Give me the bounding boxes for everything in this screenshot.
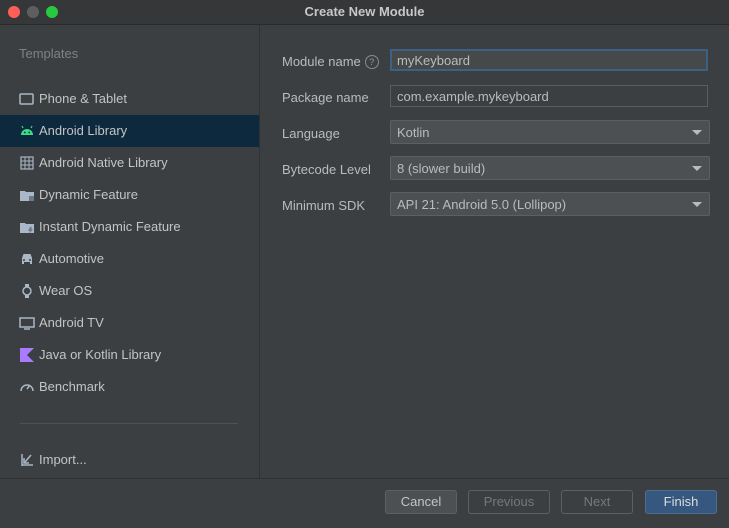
- title-bar: Create New Module: [0, 0, 729, 25]
- sidebar-item-label: Java or Kotlin Library: [39, 347, 162, 362]
- module-form: Module name? Package name Language Kotli…: [260, 25, 729, 478]
- module-name-label: Module name?: [282, 54, 379, 69]
- sidebar-item-android-library[interactable]: Android Library: [0, 115, 259, 147]
- sidebar-item-dynamic-feature[interactable]: Dynamic Feature: [0, 179, 259, 211]
- native-library-icon: [20, 156, 34, 170]
- next-button[interactable]: Next: [561, 490, 633, 514]
- sidebar-item-benchmark[interactable]: Benchmark: [0, 371, 259, 403]
- sidebar-item-android-tv[interactable]: Android TV: [0, 307, 259, 339]
- import-button[interactable]: Import...: [0, 444, 259, 476]
- sidebar-item-android-native-library[interactable]: Android Native Library: [0, 147, 259, 179]
- language-row: Language Kotlin: [260, 120, 729, 146]
- language-value: Kotlin: [397, 125, 430, 140]
- sidebar-item-label: Android Native Library: [39, 155, 168, 170]
- min-sdk-row: Minimum SDK API 21: Android 5.0 (Lollipo…: [260, 192, 729, 218]
- sidebar-item-java-kotlin-library[interactable]: Java or Kotlin Library: [0, 339, 259, 371]
- sidebar-item-label: Benchmark: [39, 379, 105, 394]
- sidebar-item-label: Automotive: [39, 251, 105, 266]
- sidebar-item-label: Phone & Tablet: [39, 91, 127, 106]
- module-name-row: Module name?: [260, 49, 729, 75]
- min-sdk-label: Minimum SDK: [282, 198, 366, 213]
- finish-button[interactable]: Finish: [645, 490, 717, 514]
- kotlin-icon: [20, 348, 34, 362]
- chevron-down-icon: [692, 130, 702, 135]
- phone-tablet-icon: [19, 93, 34, 105]
- previous-button[interactable]: Previous: [468, 490, 550, 514]
- sidebar-divider: [20, 423, 238, 424]
- language-select[interactable]: Kotlin: [390, 120, 710, 144]
- templates-header: Templates: [19, 46, 79, 61]
- cancel-button[interactable]: Cancel: [385, 490, 457, 514]
- sidebar-item-label: Wear OS: [39, 283, 93, 298]
- bytecode-label: Bytecode Level: [282, 162, 371, 177]
- min-sdk-select[interactable]: API 21: Android 5.0 (Lollipop): [390, 192, 710, 216]
- chevron-down-icon: [692, 166, 702, 171]
- import-icon: [21, 454, 33, 466]
- sidebar-item-label: Instant Dynamic Feature: [39, 219, 181, 234]
- bytecode-value: 8 (slower build): [397, 161, 486, 176]
- android-icon: [21, 125, 33, 135]
- folder-icon: [20, 191, 34, 201]
- bytecode-row: Bytecode Level 8 (slower build): [260, 156, 729, 182]
- sidebar-item-label: Dynamic Feature: [39, 187, 138, 202]
- bytecode-select[interactable]: 8 (slower build): [390, 156, 710, 180]
- window-title: Create New Module: [304, 4, 425, 19]
- watch-icon: [22, 284, 32, 298]
- sidebar-item-instant-dynamic-feature[interactable]: Instant Dynamic Feature: [0, 211, 259, 243]
- language-label: Language: [282, 126, 340, 141]
- create-module-dialog: Create New Module Templates Phone & Tabl…: [0, 0, 729, 528]
- chevron-down-icon: [692, 202, 702, 207]
- sidebar-item-label: Android Library: [39, 123, 128, 138]
- dialog-footer: Cancel Previous Next Finish: [0, 478, 729, 528]
- car-icon: [22, 254, 32, 264]
- package-name-label: Package name: [282, 90, 369, 105]
- package-name-row: Package name: [260, 85, 729, 111]
- module-name-input[interactable]: [390, 49, 708, 71]
- min-sdk-value: API 21: Android 5.0 (Lollipop): [397, 197, 567, 212]
- sidebar-item-wear-os[interactable]: Wear OS: [0, 275, 259, 307]
- tv-icon: [19, 317, 35, 330]
- import-label: Import...: [39, 452, 87, 467]
- package-name-input[interactable]: [390, 85, 708, 107]
- gauge-icon: [20, 384, 34, 392]
- sidebar-item-automotive[interactable]: Automotive: [0, 243, 259, 275]
- folder-icon: [20, 223, 34, 234]
- sidebar-item-phone-tablet[interactable]: Phone & Tablet: [0, 83, 259, 115]
- help-icon[interactable]: ?: [364, 55, 379, 69]
- sidebar-item-label: Android TV: [39, 315, 104, 330]
- templates-sidebar: Templates Phone & Tablet Android Library: [0, 25, 260, 478]
